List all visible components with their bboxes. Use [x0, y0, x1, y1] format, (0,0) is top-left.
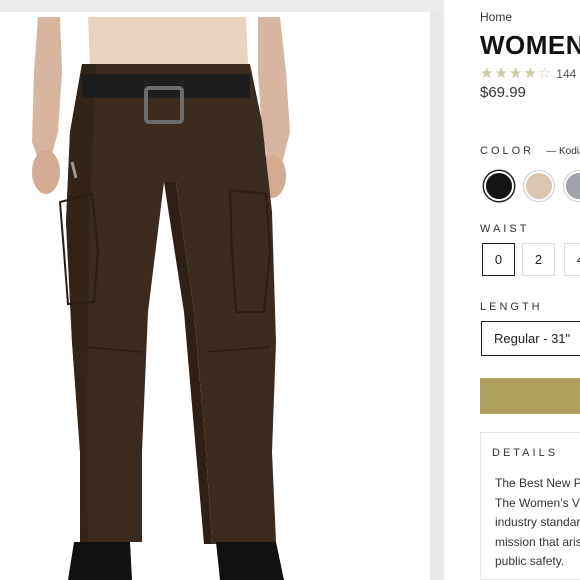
color-swatch-khaki[interactable]	[524, 171, 554, 201]
details-line: mission that arise	[495, 534, 580, 549]
color-swatch-grey[interactable]	[564, 171, 580, 201]
product-image[interactable]	[0, 12, 430, 580]
product-title: WOMEN'	[480, 30, 580, 60]
color-label: COLOR — Kodiak B	[480, 145, 580, 157]
star-icon: ★	[480, 65, 494, 82]
waist-option-4[interactable]: 4	[564, 243, 580, 276]
waist-option-0[interactable]: 0	[482, 243, 515, 276]
rating-stars[interactable]: ★ ★ ★ ★ ☆ 144	[480, 66, 576, 81]
details-line: The Best New Po	[495, 476, 580, 490]
rating-count: 144	[556, 66, 577, 81]
star-half-icon: ☆	[537, 65, 552, 82]
product-info-panel: Home WOMEN' ★ ★ ★ ★ ☆ 144 $69.99 COLOR —…	[444, 0, 580, 580]
star-icon: ★	[494, 65, 508, 82]
details-line: The Women’s V2	[495, 495, 580, 510]
product-price: $69.99	[480, 84, 526, 101]
color-label-text: COLOR	[480, 145, 535, 157]
details-description: The Best New Po The Women’s V2 industry …	[495, 474, 580, 572]
star-icon: ★	[508, 65, 523, 82]
length-label: LENGTH	[480, 301, 543, 313]
waist-option-2[interactable]: 2	[522, 243, 555, 276]
details-heading[interactable]: DETAILS	[492, 447, 558, 459]
star-icon: ★	[523, 65, 537, 82]
add-to-cart-button[interactable]	[480, 378, 580, 414]
breadcrumb-home[interactable]: Home	[480, 10, 512, 24]
color-swatch-black[interactable]	[484, 171, 514, 201]
details-line: public safety.	[495, 554, 565, 568]
length-select[interactable]: Regular - 31"	[481, 321, 580, 356]
details-section: DETAILS The Best New Po The Women’s V2 i…	[480, 432, 580, 580]
pants-illustration	[32, 17, 290, 580]
color-selected-name: — Kodiak B	[546, 146, 580, 157]
waist-label: WAIST	[480, 223, 530, 235]
details-line: industry standard	[495, 515, 580, 529]
